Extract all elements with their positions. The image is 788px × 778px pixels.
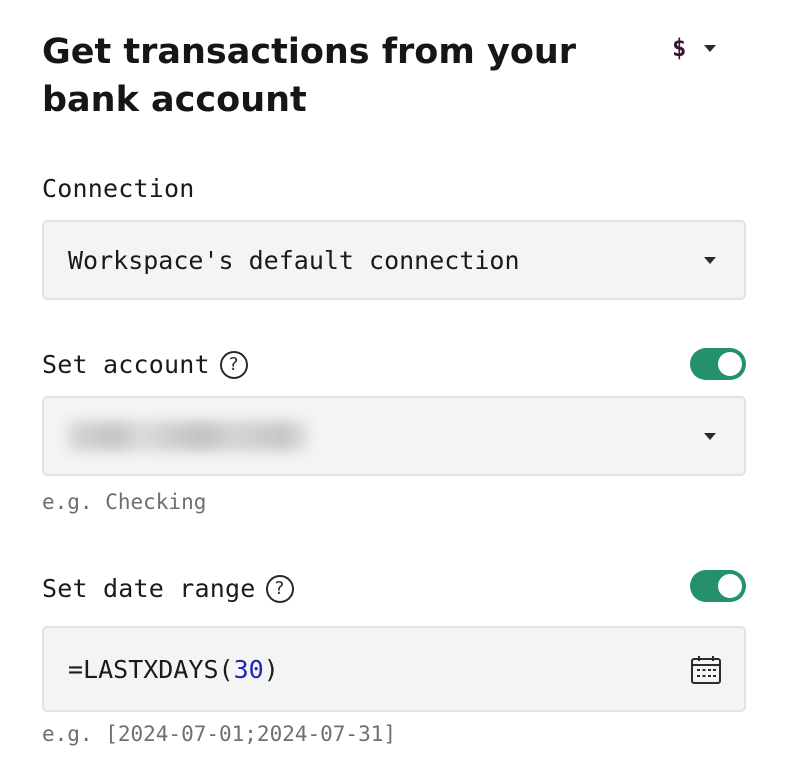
toggle-knob: [718, 352, 742, 376]
date-range-label: Set date range ?: [42, 574, 294, 603]
connection-select-value: Workspace's default connection: [68, 245, 520, 275]
date-range-formula: =LASTXDAYS(30): [68, 655, 690, 684]
currency-symbol: $: [672, 34, 687, 62]
currency-selector[interactable]: $: [672, 34, 717, 62]
account-helper-text: e.g. Checking: [42, 490, 207, 514]
connection-label-text: Connection: [42, 174, 195, 203]
date-range-label-text: Set date range: [42, 574, 256, 603]
toggle-knob: [718, 574, 742, 598]
formula-number: 30: [233, 654, 264, 684]
chevron-down-icon: [704, 432, 716, 440]
chevron-down-icon: [704, 256, 716, 264]
account-select[interactable]: [42, 396, 746, 476]
account-select-value-redacted: [68, 421, 308, 451]
account-toggle[interactable]: [690, 348, 746, 380]
formula-prefix: =LASTXDAYS(: [68, 654, 234, 684]
question-circle-icon[interactable]: ?: [219, 350, 248, 379]
date-range-input[interactable]: =LASTXDAYS(30): [42, 626, 746, 712]
account-label: Set account ?: [42, 350, 248, 379]
chevron-down-icon: [704, 44, 717, 52]
question-circle-icon[interactable]: ?: [265, 574, 294, 603]
date-range-helper-text: e.g. [2024-07-01;2024-07-31]: [42, 722, 397, 746]
account-label-text: Set account: [42, 350, 210, 379]
connection-select[interactable]: Workspace's default connection: [42, 220, 746, 300]
page-title: Get transactions from your bank account: [42, 32, 577, 120]
formula-suffix: ): [263, 654, 279, 684]
calendar-icon[interactable]: [690, 655, 721, 684]
date-range-toggle[interactable]: [690, 570, 746, 602]
connection-label: Connection: [42, 174, 195, 203]
